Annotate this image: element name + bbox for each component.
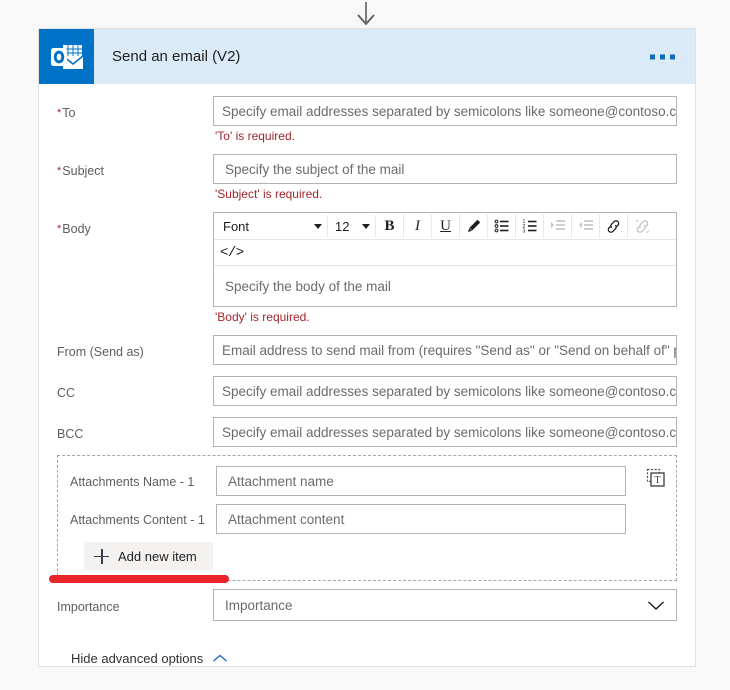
from-input[interactable]: Email address to send mail from (require… <box>213 335 677 365</box>
chevron-up-icon <box>213 654 228 662</box>
rich-text-toolbar-row2: </> <box>214 240 676 266</box>
bulleted-list-icon[interactable] <box>488 214 516 238</box>
field-row-importance: Importance Importance <box>57 589 677 621</box>
plus-icon <box>94 548 109 564</box>
font-size-dropdown[interactable]: 12 <box>328 215 376 237</box>
hide-advanced-options-label: Hide advanced options <box>71 651 204 666</box>
required-asterisk-to: * <box>57 107 62 119</box>
outlook-icon <box>39 29 94 84</box>
field-row-to: *To Specify email addresses separated by… <box>57 96 677 152</box>
card-title: Send an email (V2) <box>112 48 241 65</box>
attachment-name-row: Attachments Name - 1 Attachment name <box>70 466 666 496</box>
required-asterisk-subject: * <box>57 165 62 177</box>
bold-icon[interactable]: B <box>376 214 404 238</box>
body-rich-text-editor: Font 12 B I U 1 2 3 </> Specify the body… <box>213 212 677 307</box>
decrease-indent-icon <box>572 214 600 238</box>
field-label-bcc: BCC <box>57 427 84 441</box>
send-email-action-card: Send an email (V2) *To Specify email add… <box>38 28 696 667</box>
switch-to-text-mode-icon[interactable]: T <box>646 468 666 488</box>
cc-input[interactable]: Specify email addresses separated by sem… <box>213 376 677 406</box>
field-label-to: *To <box>57 106 76 120</box>
flow-connector <box>0 0 730 28</box>
attachment-content-row: Attachments Content - 1 Attachment conte… <box>70 504 666 534</box>
attachment-name-input[interactable]: Attachment name <box>216 466 626 496</box>
red-highlight-annotation <box>49 575 229 583</box>
field-label-cc: CC <box>57 386 76 400</box>
add-new-item-button[interactable]: Add new item <box>84 542 213 570</box>
code-view-icon[interactable]: </> <box>220 245 244 261</box>
add-new-item-label: Add new item <box>118 548 197 564</box>
body-input[interactable]: Specify the body of the mail <box>214 266 676 306</box>
attachment-content-label: Attachments Content - 1 <box>70 513 205 527</box>
rich-text-toolbar: Font 12 B I U 1 2 3 <box>214 213 676 240</box>
chevron-down-icon <box>647 600 665 610</box>
field-label-from: From (Send as) <box>57 345 144 359</box>
required-asterisk-body: * <box>57 223 62 235</box>
importance-value: Importance <box>225 597 293 613</box>
to-input[interactable]: Specify email addresses separated by sem… <box>213 96 677 126</box>
field-label-body: *Body <box>57 222 91 236</box>
card-header[interactable]: Send an email (V2) <box>39 29 695 84</box>
field-row-body: *Body Font 12 B I U 1 2 3 </> Specify th… <box>57 212 677 333</box>
attachment-content-input[interactable]: Attachment content <box>216 504 626 534</box>
svg-text:3: 3 <box>522 229 525 235</box>
chevron-down-icon <box>314 223 322 229</box>
arrow-down-icon <box>357 2 375 26</box>
svg-text:T: T <box>654 475 660 486</box>
subject-validation-error: 'Subject' is required. <box>215 187 323 201</box>
remove-link-icon <box>628 214 656 238</box>
to-validation-error: 'To' is required. <box>215 129 295 143</box>
insert-link-icon[interactable] <box>600 214 628 238</box>
attachments-array-section: Attachments Name - 1 Attachment name Att… <box>57 455 677 581</box>
subject-input[interactable]: Specify the subject of the mail <box>213 154 677 184</box>
field-row-from: From (Send as) Email address to send mai… <box>57 335 677 374</box>
chevron-down-icon <box>362 223 370 229</box>
underline-icon[interactable]: U <box>432 214 460 238</box>
font-family-dropdown[interactable]: Font <box>216 215 328 237</box>
field-row-bcc: BCC Specify email addresses separated by… <box>57 417 677 447</box>
importance-dropdown[interactable]: Importance <box>213 589 677 621</box>
field-label-subject: *Subject <box>57 164 104 178</box>
bcc-input[interactable]: Specify email addresses separated by sem… <box>213 417 677 447</box>
increase-indent-icon <box>544 214 572 238</box>
hide-advanced-options-button[interactable]: Hide advanced options <box>71 651 228 666</box>
text-highlight-pen-icon[interactable] <box>460 214 488 238</box>
italic-icon[interactable]: I <box>404 214 432 238</box>
field-row-cc: CC Specify email addresses separated by … <box>57 376 677 415</box>
field-label-importance: Importance <box>57 600 120 614</box>
numbered-list-icon[interactable]: 1 2 3 <box>516 214 544 238</box>
field-row-subject: *Subject Specify the subject of the mail… <box>57 154 677 210</box>
ellipsis-horizontal-icon[interactable] <box>648 48 677 65</box>
attachment-name-label: Attachments Name - 1 <box>70 475 195 489</box>
body-validation-error: 'Body' is required. <box>215 310 310 324</box>
